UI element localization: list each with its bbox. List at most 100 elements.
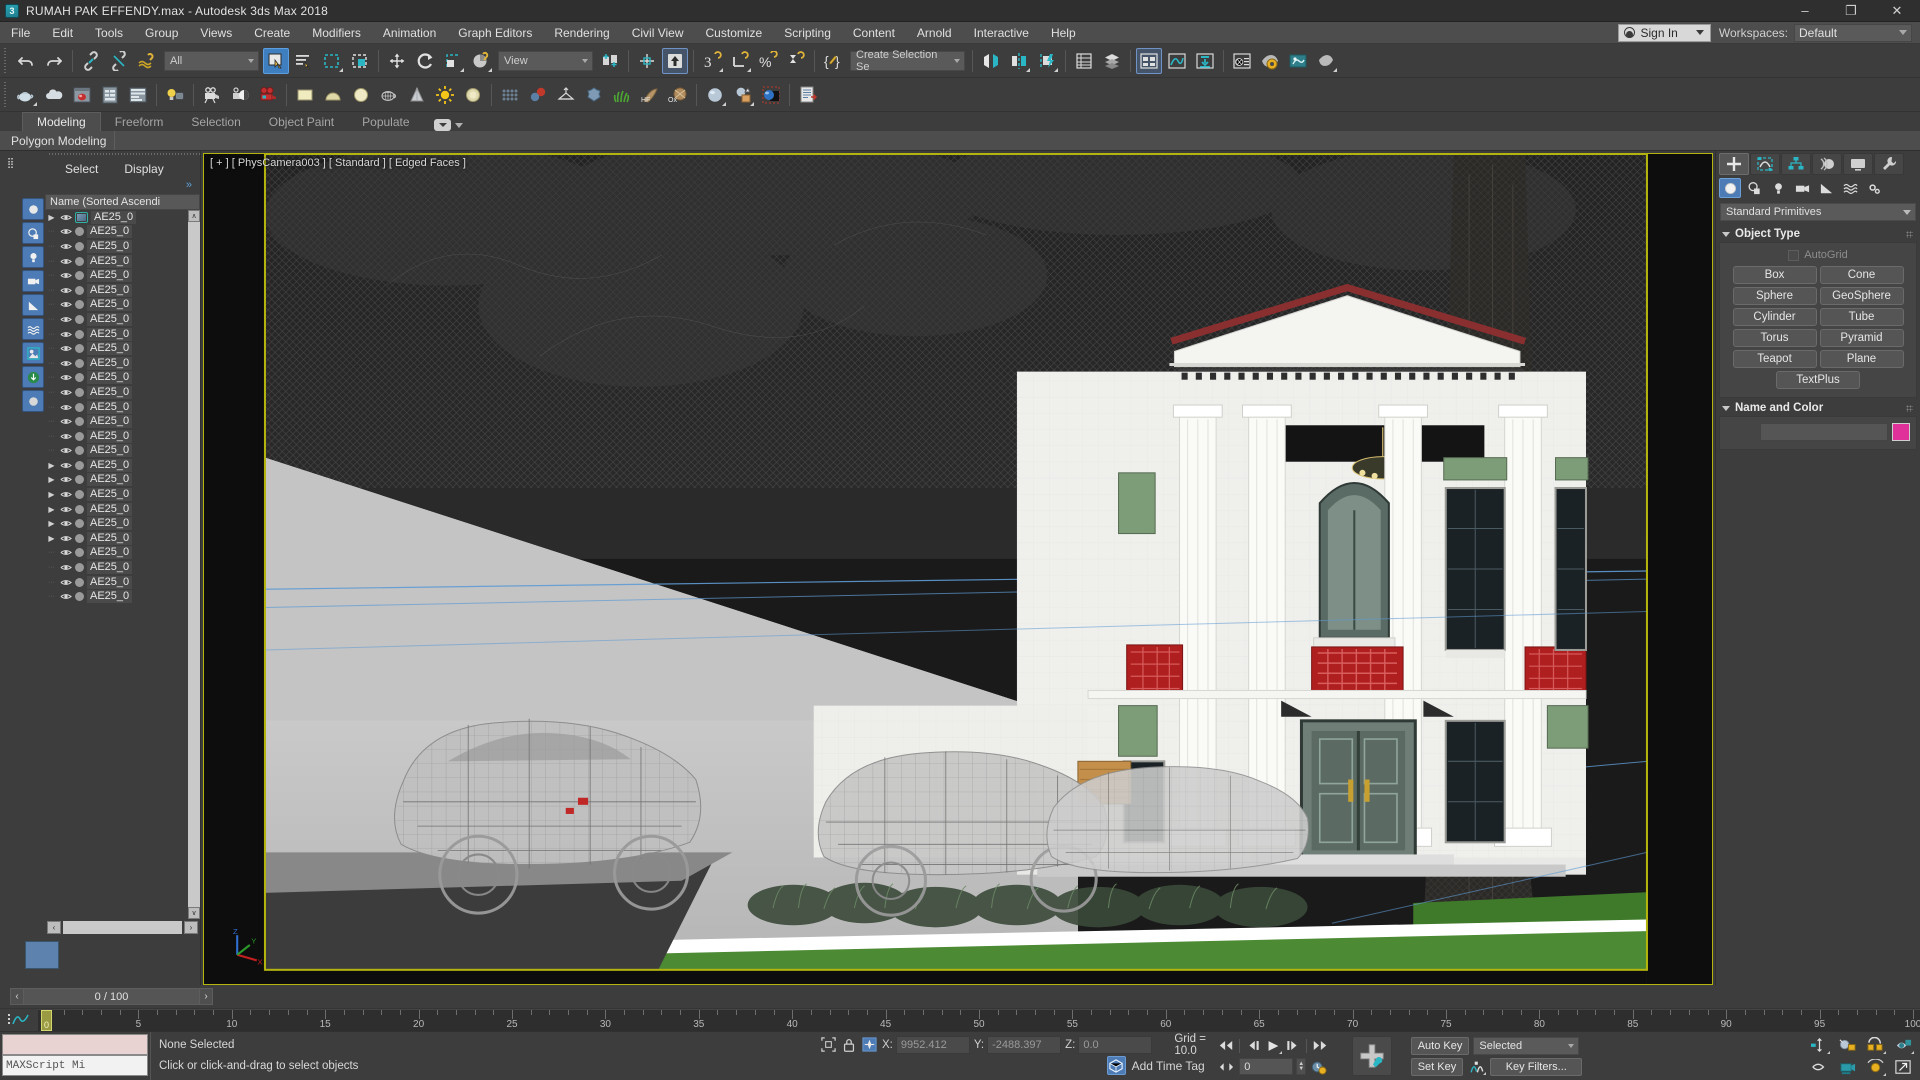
spinner-snap-toggle-button[interactable] bbox=[783, 48, 809, 74]
ox-icon[interactable]: Ox bbox=[665, 82, 691, 108]
utilities-tab[interactable] bbox=[1874, 152, 1904, 175]
menu-file[interactable]: File bbox=[0, 22, 41, 43]
menu-views[interactable]: Views bbox=[189, 22, 243, 43]
object-type-button-tube[interactable]: Tube bbox=[1819, 308, 1904, 326]
toggle-scene-explorer-button[interactable] bbox=[1136, 47, 1162, 74]
object-type-dot-icon[interactable] bbox=[75, 285, 84, 295]
maxscript-output-pane[interactable] bbox=[2, 1034, 148, 1055]
select-and-manipulate-button[interactable] bbox=[662, 47, 688, 74]
sign-in-button[interactable]: Sign In bbox=[1617, 23, 1711, 42]
vray-sphere-icon[interactable] bbox=[758, 82, 784, 108]
y-value[interactable]: -2488.397 bbox=[987, 1035, 1062, 1054]
bind-to-space-warp-button[interactable] bbox=[134, 48, 160, 74]
visibility-eye-icon[interactable] bbox=[59, 343, 72, 354]
next-frame-button[interactable] bbox=[1284, 1037, 1302, 1055]
visibility-eye-icon[interactable] bbox=[59, 299, 72, 310]
visibility-eye-icon[interactable] bbox=[59, 562, 72, 573]
angle-snap-toggle-button[interactable] bbox=[727, 48, 753, 74]
explorer-row[interactable]: ··· AE25_0 bbox=[45, 546, 188, 561]
ribbon-tab-modeling[interactable]: Modeling bbox=[22, 112, 101, 131]
proxy-icon[interactable] bbox=[553, 82, 579, 108]
name-and-color-rollout-header[interactable]: Name and Color bbox=[1719, 400, 1917, 416]
undo-button[interactable] bbox=[13, 48, 39, 74]
object-type-dot-icon[interactable] bbox=[75, 460, 84, 470]
workspace-select[interactable]: Default bbox=[1794, 23, 1912, 42]
field-of-view-button[interactable] bbox=[1864, 1058, 1886, 1077]
object-type-dot-icon[interactable] bbox=[75, 344, 84, 354]
object-type-dot-icon[interactable] bbox=[75, 329, 84, 339]
menu-tools[interactable]: Tools bbox=[84, 22, 134, 43]
menu-graph-editors[interactable]: Graph Editors bbox=[447, 22, 543, 43]
dome-primitive-icon[interactable] bbox=[320, 82, 346, 108]
motion-tab[interactable] bbox=[1812, 152, 1842, 175]
object-type-dot-icon[interactable] bbox=[75, 533, 84, 543]
quick-align-button[interactable] bbox=[1034, 48, 1060, 74]
maximize-button[interactable]: ❐ bbox=[1828, 0, 1874, 21]
render-production-button[interactable] bbox=[1313, 48, 1339, 74]
menu-interactive[interactable]: Interactive bbox=[963, 22, 1040, 43]
object-type-dot-icon[interactable] bbox=[75, 519, 84, 529]
scatter-icon[interactable] bbox=[581, 82, 607, 108]
edit-named-selection-sets-button[interactable]: {} bbox=[820, 48, 846, 74]
mirror-button[interactable] bbox=[978, 48, 1004, 74]
explorer-row[interactable]: ··· AE25_0 bbox=[45, 385, 188, 400]
explorer-row[interactable]: ··· AE25_0 bbox=[45, 560, 188, 575]
sphere-primitive-icon[interactable] bbox=[348, 82, 374, 108]
visibility-eye-icon[interactable] bbox=[59, 358, 72, 369]
use-center-flyout-button[interactable] bbox=[634, 48, 660, 74]
explorer-row[interactable]: ··· AE25_0 bbox=[45, 400, 188, 415]
explorer-row[interactable]: ··· AE25_0 bbox=[45, 254, 188, 269]
selection-filter-select[interactable]: All bbox=[164, 50, 259, 71]
percent-snap-toggle-button[interactable]: % bbox=[755, 48, 781, 74]
previous-frame-button[interactable] bbox=[1244, 1037, 1262, 1055]
display-tab[interactable] bbox=[1843, 152, 1873, 175]
cameras-filter-icon[interactable] bbox=[22, 270, 44, 292]
object-type-button-plane[interactable]: Plane bbox=[1819, 350, 1904, 368]
key-filters-button[interactable]: Key Filters... bbox=[1490, 1057, 1583, 1076]
next-frame-arrow[interactable]: › bbox=[199, 988, 213, 1005]
display-filter-icon[interactable] bbox=[22, 342, 44, 364]
menu-create[interactable]: Create bbox=[243, 22, 301, 43]
visibility-eye-icon[interactable] bbox=[59, 518, 72, 529]
expand-arrow-icon[interactable]: ▶ bbox=[47, 213, 56, 222]
select-and-rotate-button[interactable] bbox=[412, 48, 438, 74]
scroll-track-h[interactable] bbox=[63, 920, 182, 934]
explorer-row[interactable]: ··· AE25_0 bbox=[45, 327, 188, 342]
default-in-out-tangents-button[interactable] bbox=[1467, 1058, 1487, 1076]
mini-curve-editor-button[interactable] bbox=[0, 1009, 38, 1031]
explorer-row[interactable]: ▶ AE25_0 bbox=[45, 487, 188, 502]
mesh-teapot-icon[interactable] bbox=[376, 82, 402, 108]
visibility-eye-icon[interactable] bbox=[59, 533, 72, 544]
shapes-subtab[interactable] bbox=[1743, 178, 1765, 198]
plane-primitive-icon[interactable] bbox=[292, 82, 318, 108]
menu-arnold[interactable]: Arnold bbox=[906, 22, 963, 43]
lights-filter-icon[interactable] bbox=[22, 246, 44, 268]
explorer-row[interactable]: ▶ AE25_0 bbox=[45, 473, 188, 488]
visibility-eye-icon[interactable] bbox=[59, 285, 72, 296]
z-value[interactable]: 0.0 bbox=[1078, 1035, 1153, 1054]
curve-editor-button[interactable] bbox=[1164, 48, 1190, 74]
explorer-row[interactable]: ··· AE25_0 bbox=[45, 371, 188, 386]
explorer-horizontal-scrollbar[interactable]: ‹ › bbox=[45, 919, 200, 935]
atom-icon[interactable] bbox=[525, 82, 551, 108]
expand-arrow-icon[interactable]: ▶ bbox=[47, 461, 56, 470]
layer-explorer-button[interactable] bbox=[1071, 48, 1097, 74]
auto-key-button[interactable]: Auto Key bbox=[1410, 1036, 1470, 1055]
cloud-icon[interactable] bbox=[41, 82, 67, 108]
create-tab[interactable] bbox=[1719, 152, 1749, 175]
zoom-extents-button[interactable] bbox=[1864, 1036, 1886, 1055]
helpers-filter-icon[interactable] bbox=[22, 294, 44, 316]
explorer-row[interactable]: ··· AE25_0 bbox=[45, 429, 188, 444]
object-type-dot-icon[interactable] bbox=[75, 256, 84, 266]
download-filter-icon[interactable] bbox=[22, 366, 44, 388]
more-filter-icon[interactable] bbox=[22, 390, 44, 412]
frame-spinner[interactable]: ▲ ▼ bbox=[1296, 1058, 1307, 1075]
explorer-menu-display[interactable]: Display bbox=[124, 162, 163, 176]
pan-view-button[interactable] bbox=[1808, 1058, 1830, 1077]
reference-coordinate-select[interactable]: View bbox=[498, 50, 593, 71]
visibility-eye-icon[interactable] bbox=[59, 402, 72, 413]
object-type-dot-icon[interactable] bbox=[75, 373, 84, 383]
visibility-eye-icon[interactable] bbox=[59, 241, 72, 252]
visibility-eye-icon[interactable] bbox=[59, 226, 72, 237]
cameras-subtab[interactable] bbox=[1791, 178, 1813, 198]
